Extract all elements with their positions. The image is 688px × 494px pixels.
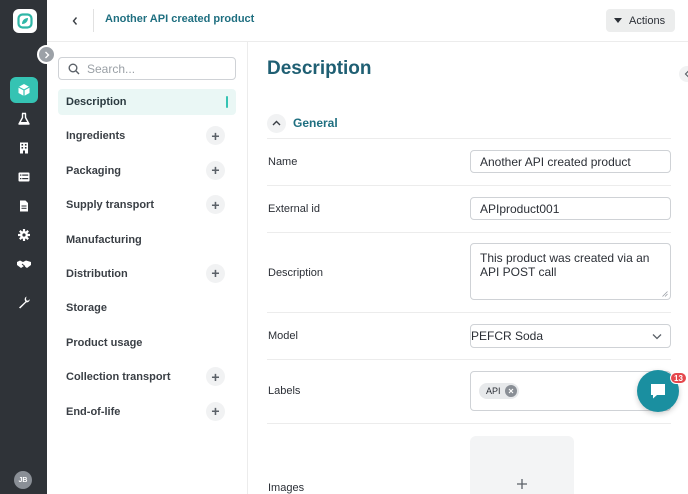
rail-settings-button[interactable] — [10, 222, 38, 248]
nav-list: Description Ingredients + Packaging + Su… — [58, 89, 236, 433]
gear-icon — [18, 229, 30, 241]
labels-label: Labels — [268, 385, 301, 397]
add-supply-transport-button[interactable]: + — [206, 195, 225, 215]
plus-icon — [517, 479, 527, 489]
nav-item-label: Collection transport — [66, 371, 171, 384]
wrench-icon — [19, 296, 30, 309]
add-ingredient-button[interactable]: + — [206, 126, 225, 146]
building-icon — [20, 142, 28, 154]
nav-item-collection-transport[interactable]: Collection transport + — [58, 364, 236, 390]
label-chip: API — [479, 383, 519, 399]
labels-row: Labels API — [267, 360, 671, 424]
actions-label: Actions — [629, 14, 666, 27]
nav-item-label: Distribution — [66, 267, 128, 280]
handshake-icon — [17, 260, 31, 268]
nav-item-product-usage[interactable]: Product usage — [58, 330, 236, 356]
rail-tools-button[interactable] — [10, 289, 38, 315]
general-section-header[interactable]: General — [267, 108, 671, 139]
description-row: Description This product was created via… — [267, 233, 671, 313]
external-id-value: APIproduct001 — [480, 201, 560, 216]
search-box[interactable] — [58, 57, 236, 80]
section-nav: Description Ingredients + Packaging + Su… — [47, 42, 248, 494]
model-row: Model PEFCR Soda — [267, 313, 671, 360]
product-title: Another API created product — [105, 13, 255, 25]
nav-item-supply-transport[interactable]: Supply transport + — [58, 192, 236, 218]
main-content: Description General Name Another API cre… — [248, 42, 688, 494]
nav-item-label: Manufacturing — [66, 233, 142, 246]
description-label: Description — [268, 267, 324, 279]
remove-label-button[interactable] — [504, 385, 517, 397]
chat-unread-badge: 13 — [670, 372, 687, 384]
caret-down-icon — [614, 18, 622, 23]
nav-item-label: Storage — [66, 302, 107, 315]
avatar-initials: JB — [18, 476, 28, 484]
chevron-down-icon — [652, 334, 662, 340]
close-icon — [508, 388, 513, 394]
flask-icon — [18, 112, 30, 125]
description-value: This product was created via an API POST… — [480, 251, 650, 279]
actions-button[interactable]: Actions — [606, 9, 675, 32]
nav-item-packaging[interactable]: Packaging + — [58, 158, 236, 184]
collapse-sidebar-button[interactable] — [37, 45, 56, 64]
add-collection-transport-button[interactable]: + — [206, 367, 225, 387]
label-chip-text: API — [486, 386, 501, 396]
rail-list-button[interactable] — [10, 164, 38, 190]
document-icon — [20, 200, 28, 212]
image-upload-dropzone[interactable] — [470, 436, 574, 494]
external-id-label: External id — [268, 203, 320, 215]
nav-item-manufacturing[interactable]: Manufacturing — [58, 227, 236, 253]
add-end-of-life-button[interactable]: + — [206, 401, 225, 421]
chevron-left-icon — [684, 70, 688, 78]
app-rail: JB — [0, 0, 47, 494]
name-field[interactable]: Another API created product — [470, 150, 671, 173]
leaf-logo-icon — [17, 13, 33, 29]
chevron-left-icon — [72, 17, 78, 25]
nav-item-label: Packaging — [66, 164, 122, 177]
box-icon — [18, 84, 30, 96]
app-logo[interactable] — [13, 9, 37, 33]
nav-item-label: Ingredients — [66, 130, 126, 143]
nav-item-label: Supply transport — [66, 199, 155, 212]
name-row: Name Another API created product — [267, 139, 671, 186]
name-label: Name — [268, 156, 298, 168]
back-button[interactable] — [65, 11, 85, 31]
nav-item-label: Description — [66, 96, 127, 108]
external-id-field[interactable]: APIproduct001 — [470, 197, 671, 220]
page-title: Description — [267, 58, 372, 79]
nav-item-distribution[interactable]: Distribution + — [58, 261, 236, 287]
nav-item-storage[interactable]: Storage — [58, 295, 236, 321]
model-label: Model — [268, 330, 298, 342]
rail-products-button[interactable] — [10, 77, 38, 103]
chat-bubble-icon — [651, 384, 665, 399]
rail-documents-button[interactable] — [10, 193, 38, 219]
chevron-up-icon[interactable] — [267, 113, 286, 133]
nav-item-ingredients[interactable]: Ingredients + — [58, 123, 236, 149]
add-packaging-button[interactable]: + — [206, 160, 225, 180]
user-avatar[interactable]: JB — [14, 471, 32, 489]
model-select[interactable]: PEFCR Soda — [470, 324, 671, 348]
rail-sites-button[interactable] — [10, 135, 38, 161]
chevron-right-icon — [44, 51, 49, 58]
resize-handle-icon[interactable] — [662, 291, 668, 297]
active-indicator — [226, 96, 228, 108]
model-value: PEFCR Soda — [471, 329, 544, 343]
description-textarea[interactable]: This product was created via an API POST… — [470, 243, 671, 300]
nav-item-label: End-of-life — [66, 405, 121, 418]
rail-ingredients-button[interactable] — [10, 106, 38, 132]
right-panel-toggle[interactable] — [679, 66, 688, 82]
name-value: Another API created product — [480, 154, 631, 169]
nav-item-label: Product usage — [66, 336, 143, 349]
top-divider — [93, 9, 94, 32]
search-input[interactable] — [87, 61, 227, 76]
list-icon — [18, 172, 30, 182]
rail-partners-button[interactable] — [10, 251, 38, 277]
images-label: Images — [268, 482, 305, 494]
nav-item-description[interactable]: Description — [58, 89, 236, 115]
section-label: General — [293, 116, 338, 130]
external-id-row: External id APIproduct001 — [267, 186, 671, 233]
add-distribution-button[interactable]: + — [206, 263, 225, 283]
search-icon — [68, 63, 80, 74]
top-bar: Another API created product Actions — [47, 0, 688, 42]
nav-item-end-of-life[interactable]: End-of-life + — [58, 399, 236, 425]
